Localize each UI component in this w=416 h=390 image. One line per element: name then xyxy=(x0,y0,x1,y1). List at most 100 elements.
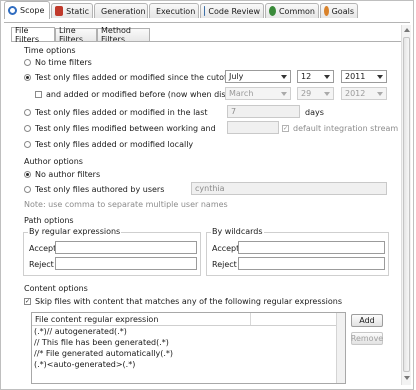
option-label: Test only files added or modified locall… xyxy=(35,140,194,149)
working-stream-input[interactable] xyxy=(227,121,279,134)
select-value: 2011 xyxy=(345,72,366,81)
cutoff-year-select[interactable]: 2011 xyxy=(341,70,387,83)
chevron-down-icon xyxy=(324,75,330,79)
add-button[interactable]: Add xyxy=(351,314,383,327)
tab-label: Generation xyxy=(101,6,146,16)
no-author-radio[interactable] xyxy=(24,171,31,178)
author-options-title: Author options xyxy=(23,157,84,166)
skip-content-option[interactable]: ✓ Skip files with content that matches a… xyxy=(24,297,342,306)
days-input[interactable]: 7 xyxy=(227,105,300,118)
regex-reject-input[interactable] xyxy=(55,257,197,270)
before-month-select[interactable]: March xyxy=(225,87,291,100)
static-icon xyxy=(55,6,64,16)
chevron-down-icon xyxy=(281,92,287,96)
tab-scope[interactable]: Scope xyxy=(4,1,50,19)
row-text: //* File generated automatically(.*) xyxy=(34,349,174,358)
by-users-option[interactable]: Test only files authored by users xyxy=(24,185,164,194)
regex-group-title: By regular expressions xyxy=(28,227,122,236)
remove-button[interactable]: Remove xyxy=(351,332,383,345)
subtab-file-filters[interactable]: File Filters xyxy=(11,25,55,44)
cutoff-day-select[interactable]: 12 xyxy=(297,70,334,83)
option-label: Test only files added or modified in the… xyxy=(35,108,208,117)
between-radio[interactable] xyxy=(24,125,31,132)
last-days-radio[interactable] xyxy=(24,109,31,116)
before-year-select[interactable]: 2012 xyxy=(341,87,387,100)
since-cutoff-radio[interactable] xyxy=(24,74,31,81)
common-icon xyxy=(269,6,276,16)
default-stream-checkbox[interactable]: ✓ xyxy=(282,125,289,132)
regex-accept-label: Accept xyxy=(29,244,57,253)
locally-radio[interactable] xyxy=(24,141,31,148)
subtab-label: File Filters xyxy=(15,25,39,44)
days-label: days xyxy=(305,108,324,117)
option-label: Test only files added or modified since … xyxy=(35,73,251,82)
before-checkbox[interactable] xyxy=(35,91,42,98)
wildcard-accept-input[interactable] xyxy=(238,241,385,254)
chevron-down-icon xyxy=(377,75,383,79)
scrollbar-thumb[interactable] xyxy=(403,37,410,372)
tab-static[interactable]: Static xyxy=(51,3,93,18)
select-value: March xyxy=(229,89,254,98)
column-divider xyxy=(250,313,251,325)
input-value: cynthia xyxy=(195,184,225,193)
tab-label: Static xyxy=(66,6,89,16)
vertical-scrollbar[interactable] xyxy=(401,25,411,385)
no-author-option[interactable]: No author filters xyxy=(24,170,100,179)
chevron-down-icon xyxy=(324,92,330,96)
since-cutoff-option[interactable]: Test only files added or modified since … xyxy=(24,73,250,82)
subtab-line-filters[interactable]: Line Filters xyxy=(55,26,97,44)
tab-code-review[interactable]: Code Review xyxy=(200,3,264,18)
option-label: and added or modified before (now when d… xyxy=(46,90,251,99)
option-label: No time filters xyxy=(35,58,92,67)
path-options-title: Path options xyxy=(23,216,75,225)
option-label: Test only files modified between working… xyxy=(35,124,216,133)
author-note: Note: use comma to separate multiple use… xyxy=(24,200,228,209)
table-row[interactable]: (.*)<auto-generated>(.*) xyxy=(32,359,345,370)
default-stream-option[interactable]: ✓ default integration stream xyxy=(282,124,398,133)
time-options-title: Time options xyxy=(23,46,77,55)
tab-common[interactable]: Common xyxy=(265,3,319,18)
select-value: July xyxy=(229,72,244,81)
skip-content-checkbox[interactable]: ✓ xyxy=(24,298,31,305)
tab-divider xyxy=(4,22,410,23)
table-header: File content regular expression xyxy=(32,313,345,326)
tab-execution[interactable]: Execution xyxy=(149,3,199,18)
table-scrollbar[interactable] xyxy=(336,313,345,383)
wrench-icon xyxy=(8,6,17,15)
wildcard-reject-input[interactable] xyxy=(238,257,385,270)
regex-table[interactable]: File content regular expression (.*)// a… xyxy=(31,312,346,384)
table-row[interactable]: (.*)// autogenerated(.*) xyxy=(32,326,345,337)
wildcard-reject-label: Reject xyxy=(212,260,237,269)
before-option[interactable]: and added or modified before (now when d… xyxy=(35,90,251,99)
subtab-method-filters[interactable]: Method Filters xyxy=(97,26,150,44)
last-days-option[interactable]: Test only files added or modified in the… xyxy=(24,108,208,117)
scroll-up-icon[interactable] xyxy=(404,28,410,32)
between-option[interactable]: Test only files modified between working… xyxy=(24,124,216,133)
cutoff-month-select[interactable]: July xyxy=(225,70,291,83)
chevron-down-icon xyxy=(281,75,287,79)
before-day-select[interactable]: 29 xyxy=(297,87,334,100)
button-label: Add xyxy=(359,316,375,325)
table-row[interactable]: //* File generated automatically(.*) xyxy=(32,348,345,359)
tab-goals[interactable]: Goals xyxy=(320,3,358,18)
table-row[interactable]: // This file has been generated(.*) xyxy=(32,337,345,348)
tab-generation[interactable]: Generation xyxy=(94,3,148,18)
tab-label: Code Review xyxy=(208,6,260,16)
option-label: Skip files with content that matches any… xyxy=(35,297,343,306)
scroll-down-icon[interactable] xyxy=(404,376,410,380)
by-users-radio[interactable] xyxy=(24,186,31,193)
users-input[interactable]: cynthia xyxy=(191,182,387,195)
column-header: File content regular expression xyxy=(35,314,159,324)
no-time-filters-option[interactable]: No time filters xyxy=(24,58,92,67)
option-label: Test only files authored by users xyxy=(35,185,165,194)
no-time-radio[interactable] xyxy=(24,59,31,66)
content-options-title: Content options xyxy=(23,284,89,293)
row-text: (.*)<auto-generated>(.*) xyxy=(34,360,136,369)
code-review-icon xyxy=(204,6,206,16)
chevron-down-icon xyxy=(377,92,383,96)
regex-reject-label: Reject xyxy=(29,260,54,269)
wildcard-group-title: By wildcards xyxy=(211,227,264,236)
goals-icon xyxy=(324,6,329,16)
regex-accept-input[interactable] xyxy=(55,241,197,254)
locally-option[interactable]: Test only files added or modified locall… xyxy=(24,140,193,149)
